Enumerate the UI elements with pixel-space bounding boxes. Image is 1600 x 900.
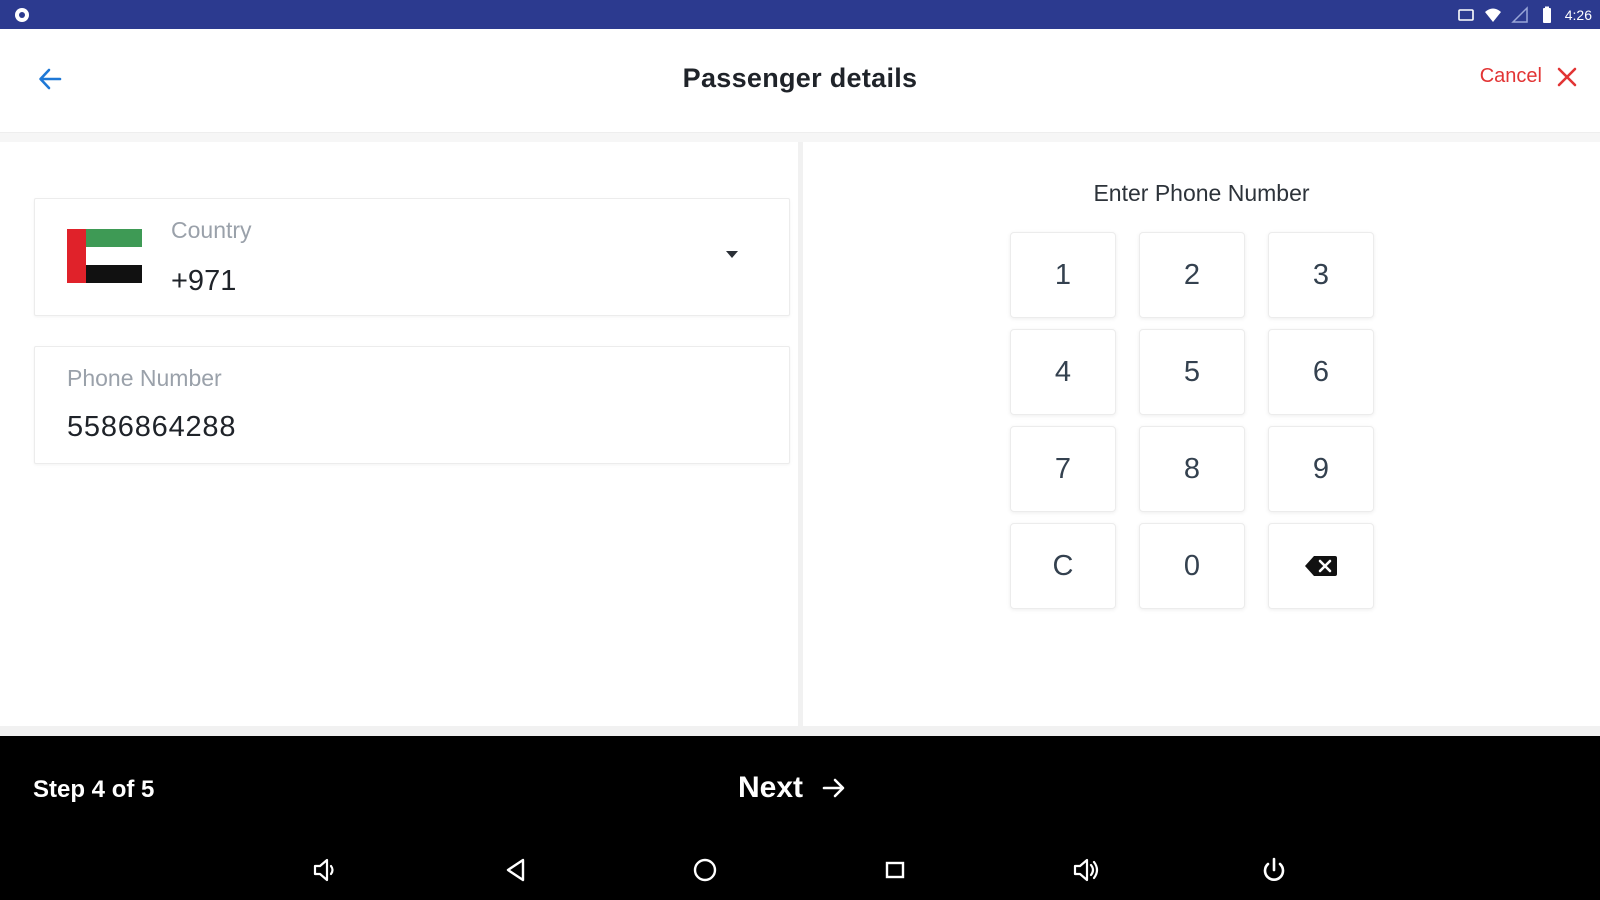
close-icon bbox=[1557, 67, 1577, 86]
key-3[interactable]: 3 bbox=[1268, 232, 1374, 318]
key-4[interactable]: 4 bbox=[1010, 329, 1116, 415]
volume-up-button[interactable] bbox=[1070, 854, 1102, 886]
status-bar: 4:26 bbox=[0, 0, 1600, 29]
numeric-keypad: 1 2 3 4 5 6 7 8 9 C 0 bbox=[1010, 232, 1376, 609]
settings-gear-icon bbox=[15, 8, 29, 22]
wifi-icon bbox=[1484, 8, 1501, 22]
phone-number-value[interactable]: 5586864288 bbox=[67, 411, 747, 444]
app-header: Passenger details Cancel bbox=[0, 29, 1600, 133]
phone-number-label: Phone Number bbox=[67, 365, 222, 391]
key-2[interactable]: 2 bbox=[1139, 232, 1245, 318]
volume-down-button[interactable] bbox=[309, 854, 341, 886]
system-nav-bar bbox=[0, 840, 1600, 900]
no-signal-icon bbox=[1510, 6, 1528, 23]
back-triangle-icon bbox=[506, 858, 525, 882]
caret-down-icon[interactable] bbox=[723, 245, 741, 263]
power-button[interactable] bbox=[1258, 854, 1290, 886]
country-selector[interactable]: Country +971 bbox=[34, 198, 790, 316]
system-back-button[interactable] bbox=[500, 854, 532, 886]
key-clear[interactable]: C bbox=[1010, 523, 1116, 609]
backspace-icon bbox=[1305, 556, 1337, 576]
status-time: 4:26 bbox=[1564, 7, 1592, 23]
footer-separator bbox=[0, 726, 1600, 736]
key-6[interactable]: 6 bbox=[1268, 329, 1374, 415]
key-8[interactable]: 8 bbox=[1139, 426, 1245, 512]
next-button[interactable]: Next bbox=[738, 766, 847, 810]
system-home-button[interactable] bbox=[689, 854, 721, 886]
key-5[interactable]: 5 bbox=[1139, 329, 1245, 415]
country-code-value: +971 bbox=[171, 265, 237, 297]
power-icon bbox=[1263, 857, 1285, 881]
phone-number-field[interactable]: Phone Number 5586864288 bbox=[34, 346, 790, 464]
volume-up-icon bbox=[1073, 858, 1099, 882]
uae-flag-icon bbox=[67, 229, 142, 283]
key-backspace[interactable] bbox=[1268, 523, 1374, 609]
cancel-button[interactable]: Cancel bbox=[1480, 65, 1578, 88]
cancel-label: Cancel bbox=[1479, 65, 1542, 87]
keypad-title: Enter Phone Number bbox=[1093, 180, 1310, 206]
sim-icon bbox=[1457, 9, 1474, 21]
status-icons: 4:26 bbox=[1457, 4, 1592, 26]
key-9[interactable]: 9 bbox=[1268, 426, 1374, 512]
home-circle-icon bbox=[693, 858, 717, 882]
header-separator bbox=[0, 133, 1600, 142]
volume-down-icon bbox=[313, 858, 334, 882]
key-0[interactable]: 0 bbox=[1139, 523, 1245, 609]
next-label: Next bbox=[738, 771, 804, 804]
footer-bar: Step 4 of 5 Next bbox=[0, 736, 1600, 900]
battery-icon bbox=[1542, 6, 1551, 23]
arrow-right-icon bbox=[822, 778, 845, 798]
step-indicator: Step 4 of 5 bbox=[33, 776, 155, 803]
system-recents-button[interactable] bbox=[879, 854, 911, 886]
page-title: Passenger details bbox=[682, 63, 918, 93]
country-label: Country bbox=[171, 217, 252, 243]
key-7[interactable]: 7 bbox=[1010, 426, 1116, 512]
key-1[interactable]: 1 bbox=[1010, 232, 1116, 318]
recents-square-icon bbox=[885, 861, 905, 879]
